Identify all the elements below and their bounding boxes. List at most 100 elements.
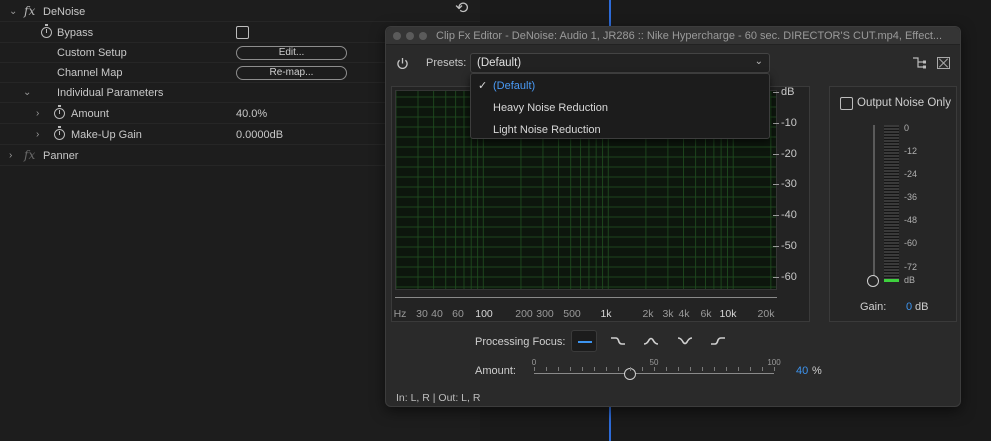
slider-tick: [654, 367, 655, 371]
focus-high-button[interactable]: [705, 330, 731, 352]
amount-scale-label: 100: [767, 358, 781, 367]
output-level-meter: [884, 125, 899, 279]
flat-focus-icon: [578, 341, 592, 343]
chevron-right-icon[interactable]: ›: [9, 150, 12, 161]
chevron-right-icon[interactable]: ›: [36, 129, 39, 140]
zoom-window-button[interactable]: [419, 32, 427, 40]
focus-flat-button[interactable]: [571, 330, 597, 352]
slider-tick: [546, 367, 547, 371]
hz-axis-label: 300: [536, 308, 554, 320]
slider-tick: [702, 367, 703, 371]
chevron-down-icon: ⌄: [754, 56, 763, 67]
power-icon[interactable]: [396, 57, 409, 70]
stopwatch-icon[interactable]: [54, 126, 65, 140]
output-noise-panel: Output Noise Only 0 -12 -24 -36 -48 -60 …: [829, 86, 957, 322]
hz-axis-label: 60: [452, 308, 464, 320]
hz-axis-label: 6k: [700, 308, 712, 320]
minimize-window-button[interactable]: [406, 32, 414, 40]
hz-axis-label: Hz: [393, 308, 407, 320]
stopwatch-icon[interactable]: [41, 24, 52, 38]
meter-scale-label: -48: [904, 215, 918, 225]
slider-tick: [618, 367, 619, 371]
presets-selected-value: (Default): [477, 57, 522, 69]
edit-button[interactable]: Edit...: [236, 46, 347, 60]
checkmark-icon: ✓: [478, 80, 488, 92]
presets-dropdown[interactable]: (Default) ⌄: [470, 53, 770, 73]
preset-option-label: Light Noise Reduction: [493, 124, 601, 136]
output-noise-only-checkbox[interactable]: [840, 97, 853, 110]
processing-focus-label: Processing Focus:: [475, 336, 566, 348]
meter-scale-label: -24: [904, 169, 918, 179]
slider-tick: [534, 367, 535, 371]
effect-header-row[interactable]: ⌄ fx DeNoise: [0, 2, 480, 22]
amount-scale-label: 0: [531, 358, 537, 367]
hz-axis-label: 20k: [757, 308, 775, 320]
amount-unit: %: [812, 365, 822, 377]
fx-icon[interactable]: fx: [24, 4, 35, 18]
slider-tick: [750, 367, 751, 371]
close-window-button[interactable]: [393, 32, 401, 40]
slider-tick: [630, 367, 631, 371]
preset-option-heavy[interactable]: Heavy Noise Reduction: [471, 97, 769, 119]
gain-value[interactable]: 0: [906, 301, 912, 313]
focus-notch-button[interactable]: [672, 330, 698, 352]
hz-axis-label: 3k: [662, 308, 674, 320]
focus-mid-button[interactable]: [638, 330, 664, 352]
slider-tick: [714, 367, 715, 371]
hz-axis-label: 100: [475, 308, 493, 320]
meter-scale-label: -36: [904, 192, 918, 202]
hz-axis-label: 4k: [678, 308, 690, 320]
individual-parameters-label: Individual Parameters: [57, 87, 164, 99]
output-noise-only-label: Output Noise Only: [857, 97, 951, 109]
preset-option-light[interactable]: Light Noise Reduction: [471, 119, 769, 141]
slider-tick: [558, 367, 559, 371]
hz-axis-label: 500: [563, 308, 581, 320]
db-axis-label: dB: [772, 86, 795, 98]
gain-slider-track[interactable]: [873, 125, 875, 281]
preset-option-default[interactable]: ✓ (Default): [471, 75, 769, 97]
slider-tick: [678, 367, 679, 371]
chevron-down-icon[interactable]: ⌄: [23, 87, 31, 98]
meter-level-fill: [884, 279, 899, 282]
window-title: Clip Fx Editor - DeNoise: Audio 1, JR286…: [436, 30, 943, 42]
remove-effect-icon[interactable]: [937, 57, 950, 69]
high-focus-icon: [711, 337, 725, 345]
gain-unit: dB: [915, 301, 929, 313]
mid-focus-icon: [643, 337, 659, 345]
amount-value[interactable]: 40.0%: [236, 108, 267, 120]
makeup-gain-value[interactable]: 0.0000dB: [236, 129, 283, 141]
gain-slider-handle[interactable]: [867, 275, 879, 287]
meter-scale-label: 0: [904, 123, 910, 133]
slider-tick: [690, 367, 691, 371]
gain-label: Gain:: [860, 301, 887, 313]
remap-button[interactable]: Re-map...: [236, 66, 347, 80]
slider-tick: [642, 367, 643, 371]
window-titlebar[interactable]: Clip Fx Editor - DeNoise: Audio 1, JR286…: [386, 27, 960, 45]
db-axis-label: -20: [773, 148, 797, 160]
channel-map-label: Channel Map: [57, 67, 123, 79]
meter-scale-label: -72: [904, 262, 918, 272]
stopwatch-icon[interactable]: [54, 105, 65, 119]
chevron-down-icon[interactable]: ⌄: [9, 6, 17, 17]
hz-axis-label: 40: [431, 308, 443, 320]
amount-value[interactable]: 40: [796, 365, 808, 377]
frequency-axis: [395, 297, 777, 298]
slider-tick: [594, 367, 595, 371]
focus-low-button[interactable]: [605, 330, 631, 352]
hz-axis-label: 2k: [642, 308, 654, 320]
presets-label: Presets:: [426, 57, 467, 69]
routing-icon[interactable]: [912, 56, 928, 70]
hz-axis-label: 30: [416, 308, 428, 320]
amount-slider-track[interactable]: [534, 373, 774, 374]
preset-option-label: (Default): [493, 80, 536, 92]
effect-name: DeNoise: [43, 6, 86, 18]
notch-focus-icon: [677, 337, 693, 345]
meter-scale-label: -60: [904, 238, 918, 248]
slider-tick: [606, 367, 607, 371]
bypass-checkbox[interactable]: [236, 26, 249, 39]
db-axis-label: -10: [773, 117, 797, 129]
makeup-gain-label: Make-Up Gain: [71, 129, 142, 141]
low-focus-icon: [611, 337, 625, 345]
slider-tick: [582, 367, 583, 371]
chevron-right-icon[interactable]: ›: [36, 108, 39, 119]
